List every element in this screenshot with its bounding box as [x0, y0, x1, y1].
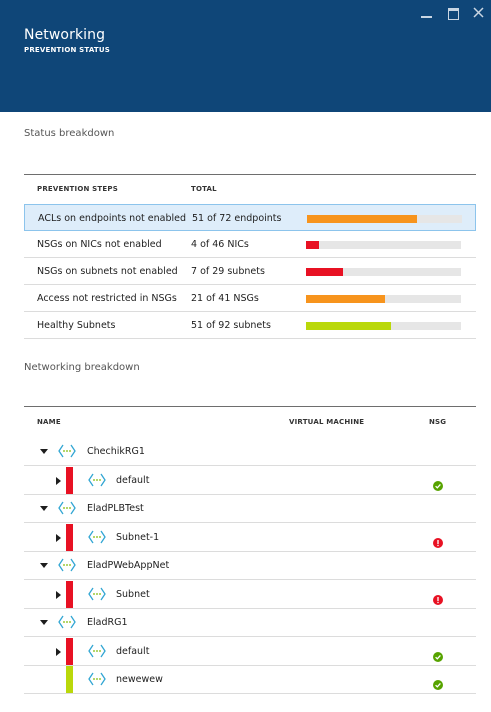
networking-table: NAME VIRTUAL MACHINE NSG ChechikRG1 defau… [24, 406, 476, 706]
progress-bar [306, 295, 461, 303]
subnet-row[interactable]: Subnet-1 [24, 524, 476, 552]
prevention-step-label: Healthy Subnets [37, 320, 116, 331]
subnet-row[interactable]: default [24, 467, 476, 495]
prevention-step-label: ACLs on endpoints not enabled [38, 213, 186, 224]
progress-bar [306, 268, 461, 276]
subnet-icon [88, 671, 106, 687]
minimize-icon[interactable] [420, 6, 434, 20]
resource-group-row[interactable]: EladPLBTest [24, 495, 476, 523]
subnet-label: Subnet-1 [116, 532, 160, 543]
subnet-row[interactable]: default [24, 638, 476, 666]
status-row[interactable]: Healthy Subnets 51 of 92 subnets [24, 312, 476, 339]
total-value: 4 of 46 NICs [191, 239, 249, 250]
subnet-row[interactable]: Subnet [24, 581, 476, 609]
status-row[interactable]: NSGs on subnets not enabled 7 of 29 subne… [24, 258, 476, 285]
total-value: 21 of 41 NSGs [191, 293, 259, 304]
resource-group-row[interactable]: EladPWebAppNet [24, 552, 476, 580]
column-header-prevention-steps[interactable]: PREVENTION STEPS [37, 185, 118, 193]
total-value: 7 of 29 subnets [191, 266, 265, 277]
subnet-label: default [116, 475, 150, 486]
column-header-virtual-machine[interactable]: VIRTUAL MACHINE [289, 418, 364, 426]
collapse-chevron-icon[interactable] [40, 620, 48, 625]
status-ok-icon [433, 647, 443, 662]
column-header-total[interactable]: TOTAL [191, 185, 217, 193]
progress-bar-fill [307, 215, 417, 223]
column-header-name[interactable]: NAME [37, 418, 61, 426]
collapse-chevron-icon[interactable] [40, 563, 48, 568]
maximize-icon[interactable] [447, 6, 461, 20]
expand-chevron-icon[interactable] [56, 591, 61, 599]
expand-chevron-icon[interactable] [56, 477, 61, 485]
blade-header: Networking PREVENTION STATUS [0, 0, 491, 112]
progress-bar-fill [306, 295, 385, 303]
subnet-label: Subnet [116, 589, 150, 600]
total-value: 51 of 72 endpoints [192, 213, 282, 224]
networking-breakdown-title: Networking breakdown [24, 362, 140, 373]
subnet-icon [88, 529, 106, 545]
total-value: 51 of 92 subnets [191, 320, 271, 331]
severity-indicator [66, 666, 73, 693]
progress-bar-fill [306, 241, 319, 249]
subnet-label: default [116, 646, 150, 657]
subnet-icon [88, 472, 106, 488]
prevention-step-label: NSGs on subnets not enabled [37, 266, 178, 277]
virtual-network-icon [58, 557, 76, 573]
expand-chevron-icon[interactable] [56, 648, 61, 656]
severity-indicator [66, 524, 73, 551]
status-row[interactable]: Access not restricted in NSGs 21 of 41 NS… [24, 285, 476, 312]
status-table: PREVENTION STEPS TOTAL ACLs on endpoints… [24, 174, 476, 344]
column-header-nsg[interactable]: NSG [429, 418, 446, 426]
subnet-label: newewew [116, 674, 163, 685]
virtual-network-icon [58, 443, 76, 459]
prevention-step-label: Access not restricted in NSGs [37, 293, 177, 304]
table-top-border [24, 174, 476, 175]
progress-bar [306, 241, 461, 249]
expand-chevron-icon[interactable] [56, 534, 61, 542]
progress-bar-fill [306, 268, 343, 276]
blade-subtitle: PREVENTION STATUS [24, 46, 111, 54]
resource-group-row[interactable]: EladRG1 [24, 609, 476, 637]
resource-group-label: EladPLBTest [87, 503, 144, 514]
resource-group-row[interactable]: ChechikRG1 [24, 438, 476, 466]
resource-group-label: EladPWebAppNet [87, 560, 170, 571]
status-breakdown-title: Status breakdown [24, 128, 115, 139]
resource-group-label: EladRG1 [87, 617, 128, 628]
severity-indicator [66, 638, 73, 665]
subnet-icon [88, 643, 106, 659]
resource-group-label: ChechikRG1 [87, 446, 145, 457]
collapse-chevron-icon[interactable] [40, 449, 48, 454]
progress-bar-fill [306, 322, 391, 330]
severity-indicator [66, 581, 73, 608]
prevention-step-label: NSGs on NICs not enabled [37, 239, 162, 250]
progress-bar [307, 215, 462, 223]
virtual-network-icon [58, 614, 76, 630]
subnet-row[interactable]: newewew [24, 666, 476, 694]
blade-title: Networking [24, 27, 106, 43]
subnet-icon [88, 586, 106, 602]
status-error-icon [433, 533, 443, 548]
status-row[interactable]: NSGs on NICs not enabled 4 of 46 NICs [24, 231, 476, 258]
severity-indicator [66, 467, 73, 494]
progress-bar [306, 322, 461, 330]
status-ok-icon [433, 675, 443, 690]
close-icon[interactable] [472, 6, 486, 20]
status-row[interactable]: ACLs on endpoints not enabled 51 of 72 en… [24, 204, 476, 231]
collapse-chevron-icon[interactable] [40, 506, 48, 511]
status-error-icon [433, 590, 443, 605]
table-top-border [24, 406, 476, 407]
virtual-network-icon [58, 500, 76, 516]
status-ok-icon [433, 476, 443, 491]
